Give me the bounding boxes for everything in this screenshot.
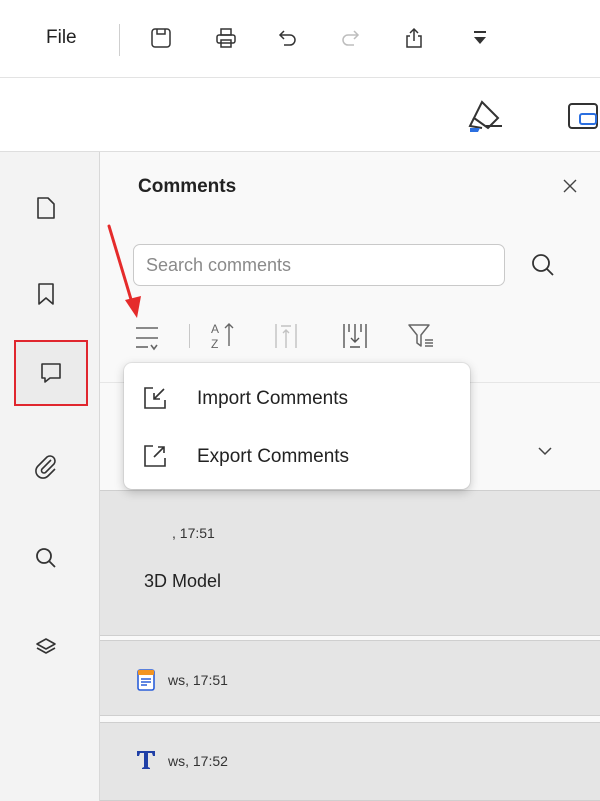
svg-text:A: A — [211, 322, 219, 336]
filter-icon[interactable] — [406, 318, 436, 352]
paperclip-icon — [33, 453, 59, 479]
bookmark-icon — [35, 281, 57, 307]
highlighter-icon[interactable] — [468, 98, 508, 134]
save-icon[interactable] — [147, 24, 175, 52]
share-icon[interactable] — [400, 24, 428, 52]
expand-all-icon[interactable] — [340, 318, 370, 352]
side-rail — [0, 152, 100, 801]
import-icon — [142, 385, 168, 411]
bookmarks-panel-button[interactable] — [24, 272, 68, 316]
comment-card[interactable]: ws, 17:52 — [100, 722, 600, 801]
note-icon — [136, 669, 156, 691]
comments-panel-button[interactable] — [14, 340, 88, 406]
comment-card[interactable]: ws, 17:51 — [100, 640, 600, 716]
print-icon[interactable] — [212, 24, 240, 52]
search-comments-input[interactable] — [133, 244, 505, 286]
panel-title: Comments — [138, 176, 237, 197]
layers-panel-button[interactable] — [24, 626, 68, 670]
sort-icon[interactable]: A Z — [209, 318, 237, 352]
options-menu-icon[interactable] — [134, 318, 162, 352]
svg-text:Z: Z — [211, 337, 218, 351]
tools-toolbar — [0, 78, 600, 152]
export-comments-menu-item[interactable]: Export Comments — [124, 427, 470, 483]
collapse-all-icon[interactable] — [272, 318, 300, 352]
page-icon — [35, 195, 57, 221]
annotation-arrow — [100, 220, 150, 320]
search-icon — [34, 546, 58, 570]
toolbar-separator — [189, 324, 190, 348]
menu-item-label: Export Comments — [197, 446, 350, 467]
undo-icon[interactable] — [274, 24, 302, 52]
attachments-panel-button[interactable] — [24, 444, 68, 488]
close-icon[interactable] — [560, 176, 580, 196]
import-comments-menu-item[interactable]: Import Comments — [124, 369, 470, 425]
more-dropdown-icon[interactable] — [466, 24, 494, 52]
export-icon — [142, 443, 168, 469]
chevron-down-icon[interactable] — [536, 442, 554, 460]
file-menu[interactable]: File — [46, 27, 77, 49]
options-dropdown-menu: Import Comments Export Comments — [124, 363, 470, 489]
layers-icon — [34, 636, 58, 660]
text-icon — [136, 749, 156, 771]
comment-meta: , 17:51 — [172, 525, 215, 541]
redo-icon[interactable] — [336, 24, 364, 52]
comment-text: 3D Model — [144, 571, 222, 591]
menu-bar: File — [0, 0, 600, 78]
menu-separator — [119, 24, 120, 56]
comment-meta: ws, 17:51 — [168, 672, 228, 688]
comment-card[interactable]: , 17:51 3D Model — [100, 490, 600, 636]
shape-tool-icon[interactable] — [566, 100, 600, 134]
search-panel-button[interactable] — [24, 536, 68, 580]
comment-meta: ws, 17:52 — [168, 753, 228, 769]
search-icon[interactable] — [530, 252, 556, 278]
pages-panel-button[interactable] — [24, 186, 68, 230]
menu-item-label: Import Comments — [197, 388, 348, 409]
comment-icon — [38, 360, 64, 386]
